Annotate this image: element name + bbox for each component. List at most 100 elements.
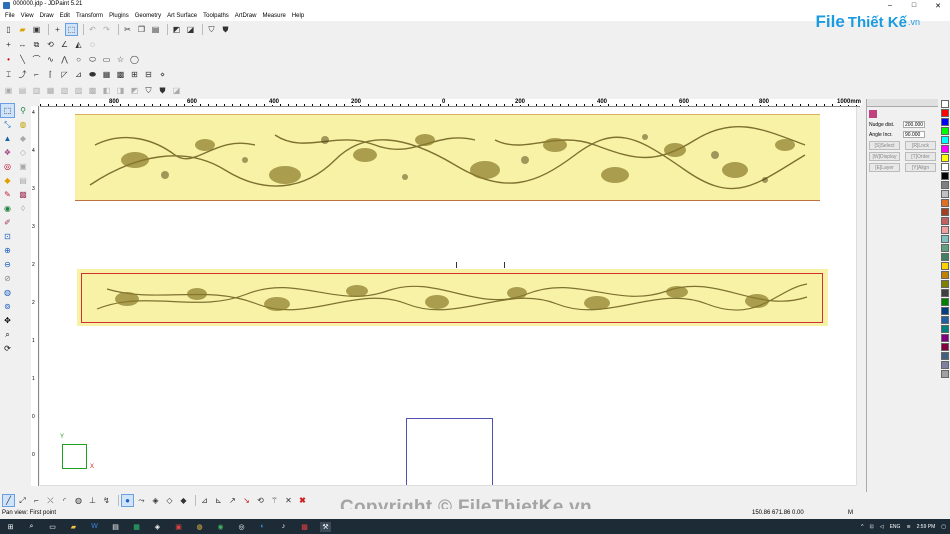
app-icon[interactable]: ▩ (299, 522, 310, 532)
cross-icon[interactable]: ✕ (283, 495, 294, 506)
mirror-icon[interactable]: ◭ (73, 39, 84, 50)
perpendicular-icon[interactable]: ⊥ (87, 495, 98, 506)
menu-plugins[interactable]: Plugins (106, 11, 132, 21)
order-button[interactable]: [T]Order (905, 152, 936, 161)
circle-snap-icon[interactable]: ◍ (73, 495, 84, 506)
app-icon[interactable]: ▣ (173, 522, 184, 532)
surface-tool-6-icon[interactable]: ▨ (73, 85, 84, 96)
spline-icon[interactable]: ∿ (45, 54, 56, 65)
surface-tool-7-icon[interactable]: ▩ (87, 85, 98, 96)
color-swatch[interactable] (941, 109, 949, 117)
color-swatch[interactable] (941, 226, 949, 234)
angle-icon[interactable]: ∠ (59, 39, 70, 50)
relief-panel-bottom[interactable] (77, 269, 828, 326)
grey-tool-3-icon[interactable]: ▣ (17, 160, 29, 173)
minimize-button[interactable]: – (878, 0, 902, 11)
vertical-scrollbar[interactable] (856, 107, 863, 485)
color-swatch[interactable] (941, 298, 949, 306)
diamond-snap-3-icon[interactable]: ◆ (178, 495, 189, 506)
node-edit-icon[interactable]: ⋄ (157, 69, 168, 80)
plus-icon[interactable]: + (3, 39, 14, 50)
drawing-canvas[interactable]: Y X (40, 107, 856, 488)
add-icon[interactable]: + (52, 24, 63, 35)
image-tool-icon[interactable]: ▩ (17, 188, 29, 201)
menu-toolpaths[interactable]: Toolpaths (200, 11, 232, 21)
jdpaint-icon[interactable]: ⚒ (320, 521, 331, 532)
refresh-icon[interactable]: ⟳ (1, 342, 14, 355)
color-swatch[interactable] (941, 307, 949, 315)
menu-geometry[interactable]: Geometry (132, 11, 164, 21)
color-swatch[interactable] (941, 370, 949, 378)
fillet-icon[interactable]: ⌐ (31, 69, 42, 80)
color-swatch[interactable] (941, 217, 949, 225)
explorer-icon[interactable]: ▰ (68, 522, 79, 532)
surface-tool-10-icon[interactable]: ◩ (129, 85, 140, 96)
join-icon[interactable]: ⬬ (87, 69, 98, 80)
layer-button[interactable]: [E]Layer (869, 163, 900, 172)
break-icon[interactable]: ⊿ (73, 69, 84, 80)
wand-icon[interactable]: ⚚ (269, 495, 280, 506)
task-view-icon[interactable]: ▭ (47, 522, 58, 532)
grey-tool-icon[interactable]: ◆ (17, 132, 29, 145)
tiktok-icon[interactable]: ♪ (278, 522, 289, 532)
word-icon[interactable]: W (89, 522, 100, 532)
zoom-out-icon[interactable]: ⊖ (1, 258, 14, 271)
move-horizontal-icon[interactable]: ↔ (17, 39, 28, 50)
chamfer-icon[interactable]: ⌈ (45, 69, 56, 80)
search-icon[interactable]: ⌕ (26, 522, 37, 532)
color-swatch[interactable] (941, 262, 949, 270)
pin-icon[interactable]: ⚲ (17, 104, 29, 117)
color-swatch[interactable] (941, 352, 949, 360)
wifi-icon[interactable]: ≋ (906, 524, 910, 530)
color-swatch[interactable] (941, 316, 949, 324)
color-swatch[interactable] (941, 253, 949, 261)
line-icon[interactable]: ╲ (17, 54, 28, 65)
star-icon[interactable]: ☆ (115, 54, 126, 65)
pointer-icon[interactable]: ↗ (227, 495, 238, 506)
app-icon[interactable]: ◉ (215, 522, 226, 532)
app-icon[interactable]: ▦ (131, 522, 142, 532)
save-icon[interactable]: ▣ (31, 24, 42, 35)
node-snap-icon[interactable]: ⤳ (136, 495, 147, 506)
menu-edit[interactable]: Edit (57, 11, 73, 21)
zoom-extent-icon[interactable]: ⊘ (1, 272, 14, 285)
curve-tool-icon[interactable]: ⤢ (17, 495, 28, 506)
app-icon[interactable]: ▤ (110, 522, 121, 532)
close-button[interactable]: ✕ (926, 0, 950, 11)
menu-measure[interactable]: Measure (259, 11, 288, 21)
app-icon[interactable]: ◎ (236, 522, 247, 532)
intersect-tool-icon[interactable]: ⤫ (45, 495, 56, 506)
view-options-icon[interactable]: ◪ (185, 24, 196, 35)
line-snap-icon[interactable]: ╱ (2, 494, 15, 507)
color-swatch[interactable] (941, 100, 949, 108)
notification-icon[interactable]: ▢ (941, 524, 946, 530)
color-swatch[interactable] (941, 334, 949, 342)
rotate-3d-icon[interactable]: ⟲ (255, 495, 266, 506)
zoom-in-icon[interactable]: ⊕ (1, 244, 14, 257)
select-box-icon[interactable]: ⬚ (65, 23, 78, 36)
lasso-icon[interactable]: ◌ (87, 39, 98, 50)
shield-icon[interactable]: ⛉ (143, 85, 154, 96)
pan-icon[interactable]: ✥ (1, 314, 14, 327)
angle-increment-input[interactable] (903, 131, 925, 138)
shield-alt-icon[interactable]: ⛊ (157, 85, 168, 96)
smooth-tool-icon[interactable]: ◆ (1, 174, 14, 187)
nudge-distance-input[interactable] (903, 121, 925, 128)
color-swatch[interactable] (941, 163, 949, 171)
color-swatch[interactable] (941, 244, 949, 252)
surface-tool-8-icon[interactable]: ◧ (101, 85, 112, 96)
diamond-snap-icon[interactable]: ◈ (150, 495, 161, 506)
color-swatch[interactable] (941, 199, 949, 207)
new-file-icon[interactable]: ▯ (3, 24, 14, 35)
pointer-red-icon[interactable]: ↘ (241, 495, 252, 506)
scale-icon[interactable]: ⊾ (213, 495, 224, 506)
surface-tool-4-icon[interactable]: ▦ (45, 85, 56, 96)
sculpt-tool-icon[interactable]: ❖ (1, 146, 14, 159)
ungroup-icon[interactable]: ▩ (115, 69, 126, 80)
diamond-snap-2-icon[interactable]: ◇ (164, 495, 175, 506)
color-swatch[interactable] (941, 118, 949, 126)
select-button[interactable]: [S]Select (869, 141, 900, 150)
horizontal-scrollbar[interactable] (40, 485, 856, 492)
color-swatch[interactable] (941, 235, 949, 243)
grid-array-icon[interactable]: ⊟ (143, 69, 154, 80)
